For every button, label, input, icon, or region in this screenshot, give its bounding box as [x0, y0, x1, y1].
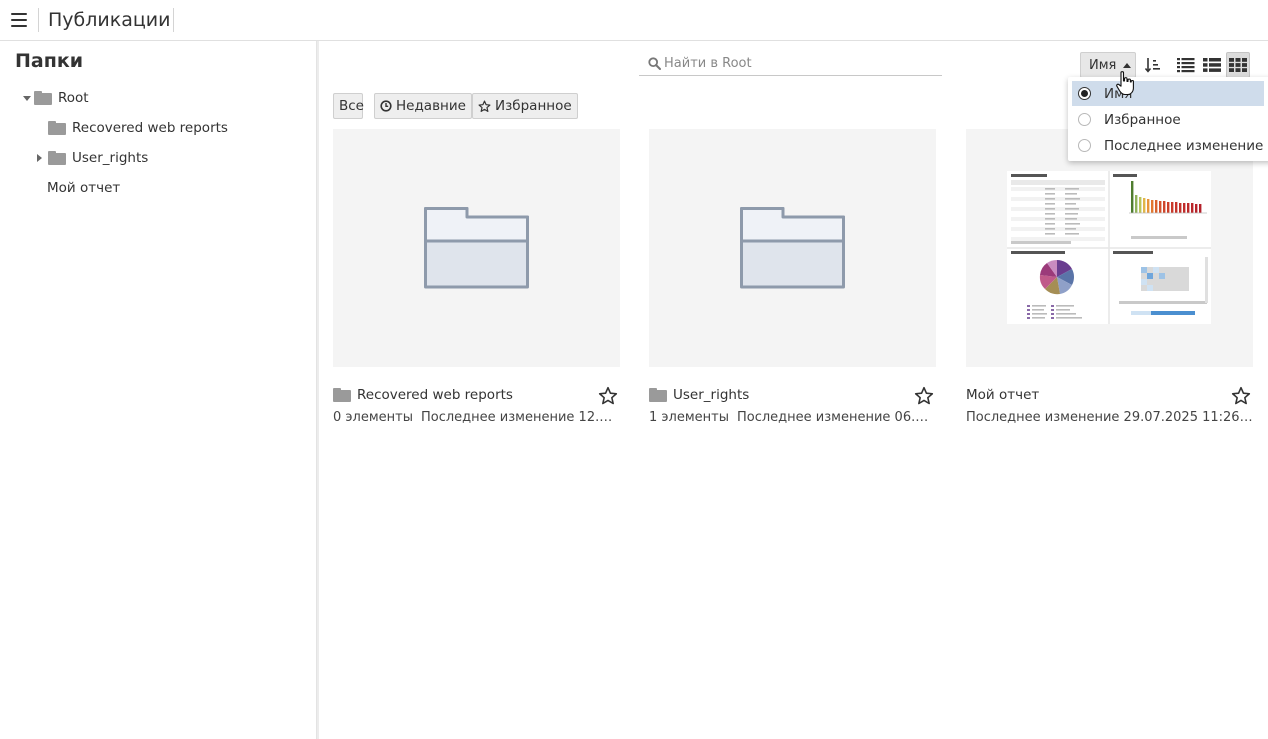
caret-down-icon[interactable]	[22, 93, 32, 103]
header-separator	[38, 8, 39, 32]
sort-option-label: Последнее изменение	[1104, 137, 1264, 154]
card-item-count: 0 элементы	[333, 410, 413, 425]
search-icon	[648, 57, 661, 70]
view-grid-button[interactable]	[1226, 52, 1250, 78]
card-title-row: User_rights	[649, 384, 936, 406]
card-meta: 0 элементы Последнее изменение 12.09.2...	[333, 410, 620, 425]
tree-item-label: Recovered web reports	[72, 120, 228, 136]
tree-item-user-rights[interactable]: User_rights	[35, 147, 148, 169]
card-name[interactable]: User_rights	[673, 387, 749, 403]
search-box	[639, 51, 942, 76]
view-list-button[interactable]	[1174, 52, 1198, 78]
folder-icon	[48, 151, 66, 165]
folder-large-icon	[424, 207, 529, 289]
sort-option-label: Имя	[1104, 85, 1133, 102]
filter-recent-button[interactable]: Недавние	[374, 93, 472, 119]
caret-up-icon	[1123, 62, 1132, 68]
menu-icon[interactable]	[11, 13, 27, 27]
folder-icon	[48, 121, 66, 135]
folders-sidebar: Папки Root Recovered web reports User_ri…	[0, 41, 316, 739]
sort-field-button[interactable]: Имя	[1080, 52, 1136, 78]
card-name[interactable]: Мой отчет	[966, 387, 1039, 403]
star-outline-icon	[478, 99, 491, 112]
tree-item-label: User_rights	[72, 150, 149, 166]
card-recovered-web-reports: Recovered web reports 0 элементы Последне…	[333, 129, 620, 429]
sidebar-title: Папки	[15, 50, 84, 72]
filter-favorites-button[interactable]: Избранное	[472, 93, 578, 119]
card-title-row: Recovered web reports	[333, 384, 620, 406]
card-thumbnail[interactable]	[649, 129, 936, 367]
caret-right-icon[interactable]	[35, 153, 45, 163]
card-my-report: Мой отчет Последнее изменение 29.07.2025…	[966, 129, 1253, 429]
favorite-star-icon[interactable]	[598, 386, 618, 406]
filter-all-label: Все	[339, 98, 364, 114]
sort-option-name[interactable]: Имя	[1072, 81, 1264, 106]
sort-ascending-icon	[1145, 58, 1160, 73]
clock-icon	[380, 100, 392, 112]
sort-dropdown-menu: Имя Избранное Последнее изменение	[1068, 77, 1268, 161]
app-header: Публикации	[0, 0, 1268, 41]
folder-large-icon	[740, 207, 845, 289]
sort-direction-button[interactable]	[1140, 52, 1166, 78]
grid-view-icon	[1229, 58, 1247, 72]
sort-option-label: Избранное	[1104, 111, 1181, 128]
search-input[interactable]	[664, 52, 934, 74]
page-title: Публикации	[48, 9, 171, 31]
filter-favorites-label: Избранное	[495, 98, 572, 114]
tree-item-my-report[interactable]: Мой отчет	[47, 177, 120, 199]
card-thumbnail[interactable]	[966, 129, 1253, 367]
filter-recent-label: Недавние	[396, 98, 466, 114]
card-thumbnail[interactable]	[333, 129, 620, 367]
details-view-icon	[1203, 58, 1221, 72]
tree-item-recovered-web-reports[interactable]: Recovered web reports	[48, 117, 228, 139]
card-title-row: Мой отчет	[966, 384, 1253, 406]
view-details-button[interactable]	[1200, 52, 1224, 78]
folder-icon	[34, 91, 52, 105]
tree-item-label: Мой отчет	[47, 180, 121, 196]
folder-icon	[649, 388, 667, 402]
favorite-star-icon[interactable]	[914, 386, 934, 406]
radio-unchecked-icon	[1078, 139, 1091, 152]
card-meta: Последнее изменение 29.07.2025 11:26:11	[966, 410, 1253, 425]
card-user-rights: User_rights 1 элементы Последнее изменени…	[649, 129, 936, 429]
card-modified: Последнее изменение 29.07.2025 11:26:11	[966, 410, 1253, 425]
list-view-icon	[1177, 58, 1195, 73]
sort-option-favorites[interactable]: Избранное	[1072, 107, 1264, 132]
filter-all-button[interactable]: Все	[333, 93, 364, 119]
header-separator	[173, 8, 174, 32]
radio-unchecked-icon	[1078, 113, 1091, 126]
radio-checked-icon	[1078, 87, 1091, 100]
sort-field-label: Имя	[1089, 57, 1117, 73]
tree-item-root[interactable]: Root	[22, 87, 89, 109]
card-modified: Последнее изменение 12.09.2...	[421, 410, 620, 425]
folder-icon	[333, 388, 351, 402]
card-modified: Последнее изменение 06.02.2...	[737, 410, 936, 425]
favorite-star-icon[interactable]	[1231, 386, 1251, 406]
card-name[interactable]: Recovered web reports	[357, 387, 513, 403]
card-item-count: 1 элементы	[649, 410, 729, 425]
tree-item-label: Root	[58, 90, 89, 106]
card-meta: 1 элементы Последнее изменение 06.02.2...	[649, 410, 936, 425]
report-preview-image	[1007, 171, 1211, 324]
sort-option-last-modified[interactable]: Последнее изменение	[1072, 133, 1264, 158]
